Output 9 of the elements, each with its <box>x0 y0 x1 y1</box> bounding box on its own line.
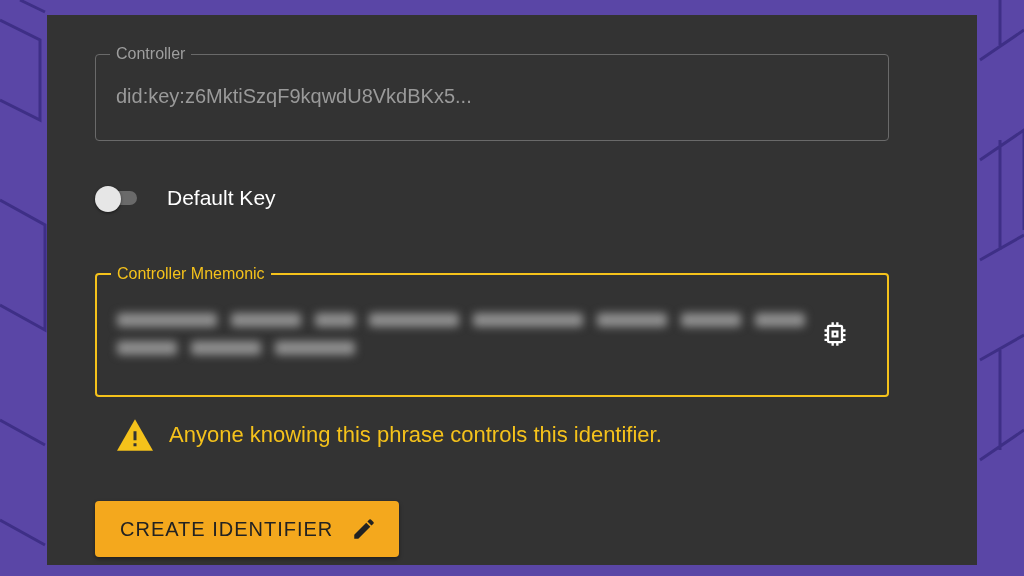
field-value: did:key:z6MktiSzqF9kqwdU8VkdBKx5... <box>116 85 472 108</box>
create-identifier-button[interactable]: CREATE IDENTIFIER <box>95 501 400 557</box>
text-field[interactable]: Controller did:key:z6MktiSzqF9kqwdU8VkdBKx5... <box>95 45 889 141</box>
field-label: Controller Mnemonic <box>116 265 266 283</box>
toggle-label: Default Key <box>167 186 276 210</box>
field-label: Controller <box>115 45 187 63</box>
warning-icon <box>117 419 153 451</box>
warning-message: Anyone knowing this phrase controls this identifier. <box>169 422 662 448</box>
text-field[interactable]: Controller Mnemonic <box>95 265 889 397</box>
